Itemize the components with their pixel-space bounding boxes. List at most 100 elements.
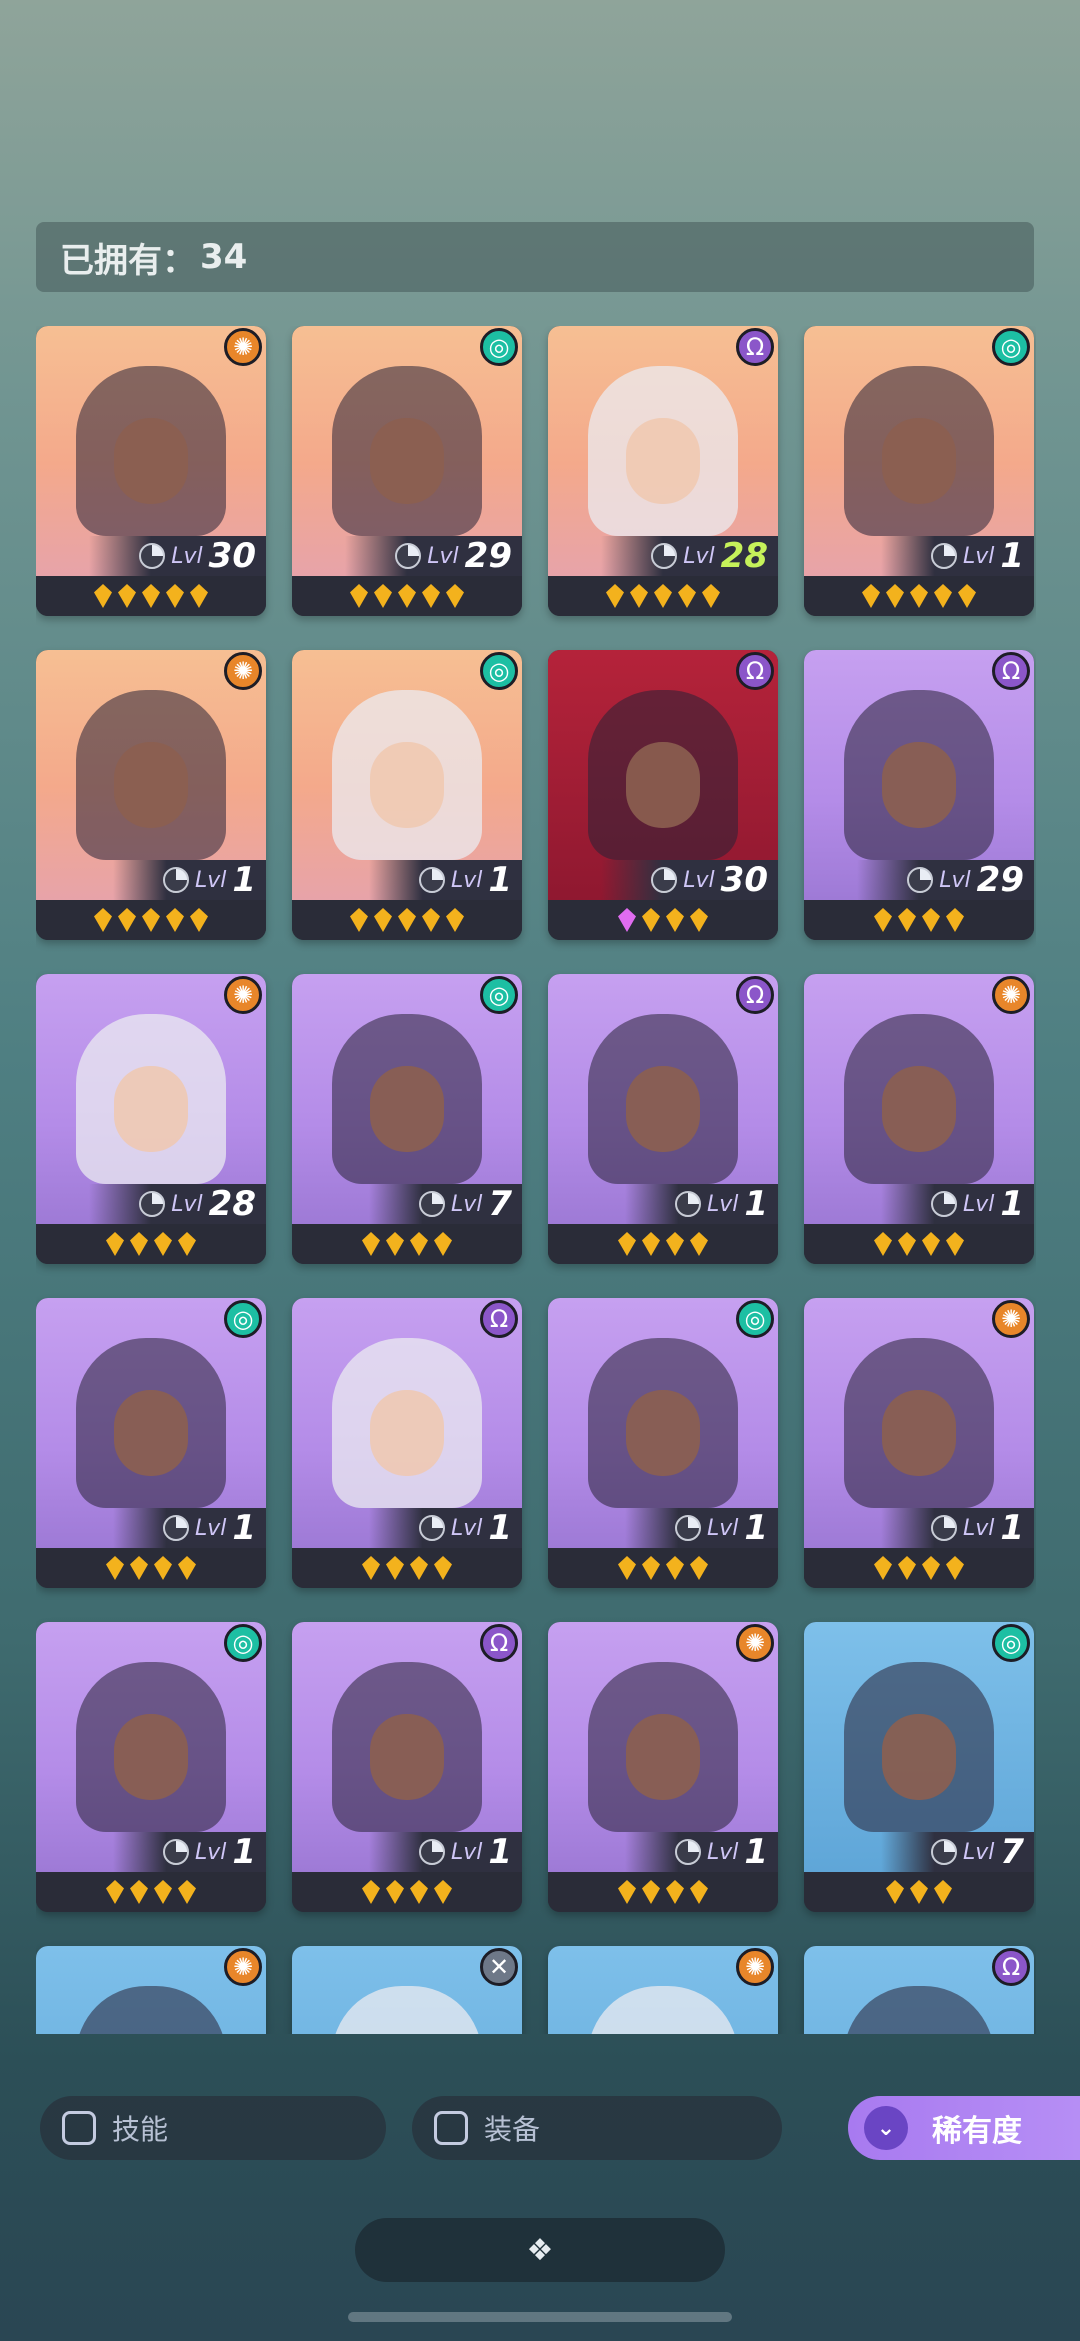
- skill-checkbox[interactable]: [62, 2111, 96, 2145]
- star-gem-icon: [386, 1556, 404, 1580]
- character-card[interactable]: ✺ Lvl 1: [36, 650, 266, 940]
- character-card[interactable]: ◎ Lvl 29: [292, 326, 522, 616]
- teal-element-icon: ◎: [480, 976, 518, 1014]
- star-gem-icon: [898, 908, 916, 932]
- character-face: [626, 418, 700, 504]
- level-label: Lvl: [683, 543, 715, 569]
- rarity-sort-button[interactable]: ⌄ 稀有度: [848, 2096, 1080, 2160]
- equipment-checkbox[interactable]: [434, 2111, 468, 2145]
- character-card[interactable]: ◎ Lvl 7: [292, 974, 522, 1264]
- violet-element-icon: Ω: [480, 1624, 518, 1662]
- character-card[interactable]: ✕: [292, 1946, 522, 2034]
- character-card[interactable]: Ω Lvl 30: [548, 650, 778, 940]
- level-value: 7: [1000, 1832, 1024, 1872]
- level-tag: Lvl 1: [624, 1832, 778, 1872]
- character-card[interactable]: Ω Lvl 29: [804, 650, 1034, 940]
- violet-element-icon: Ω: [736, 328, 774, 366]
- star-gem-icon: [946, 908, 964, 932]
- character-face: [882, 1390, 956, 1476]
- level-tag: Lvl 1: [368, 1508, 522, 1548]
- character-silhouette: [844, 1662, 994, 1832]
- rarity-stars: [804, 576, 1034, 616]
- level-progress-icon: [674, 1839, 701, 1865]
- home-indicator[interactable]: [348, 2312, 732, 2322]
- level-tag: Lvl 29: [345, 536, 522, 576]
- level-progress-icon: [674, 1515, 701, 1541]
- character-face: [114, 1714, 188, 1800]
- star-gem-icon: [654, 584, 672, 608]
- star-gem-icon: [642, 1880, 660, 1904]
- character-silhouette: [332, 1014, 482, 1184]
- character-card[interactable]: ✺ Lvl 1: [804, 1298, 1034, 1588]
- character-card[interactable]: ✺ Lvl 30: [36, 326, 266, 616]
- level-label: Lvl: [450, 1839, 483, 1865]
- teal-element-icon: ◎: [480, 328, 518, 366]
- character-card[interactable]: Ω Lvl 1: [292, 1622, 522, 1912]
- orange-element-icon: ✺: [224, 976, 262, 1014]
- level-label: Lvl: [171, 543, 203, 569]
- rarity-sort-label: 稀有度: [932, 2114, 1022, 2149]
- character-card[interactable]: ✺ Lvl 1: [804, 974, 1034, 1264]
- character-card[interactable]: ✺ Lvl 1: [548, 1622, 778, 1912]
- star-gem-icon: [106, 1232, 124, 1256]
- level-label: Lvl: [450, 867, 483, 893]
- character-silhouette: [588, 1338, 738, 1508]
- level-value: 28: [720, 536, 768, 576]
- level-tag: Lvl 1: [880, 1508, 1034, 1548]
- violet-element-icon: Ω: [992, 1948, 1030, 1986]
- collapse-button[interactable]: ❖: [355, 2218, 725, 2282]
- level-label: Lvl: [450, 1191, 483, 1217]
- star-gem-icon: [874, 908, 892, 932]
- star-gem-icon: [910, 584, 928, 608]
- character-face: [370, 742, 444, 828]
- violet-element-icon: Ω: [736, 976, 774, 1014]
- star-gem-icon: [118, 584, 136, 608]
- character-card[interactable]: ✺: [36, 1946, 266, 2034]
- character-card[interactable]: Ω Lvl 1: [292, 1298, 522, 1588]
- level-label: Lvl: [171, 1191, 203, 1217]
- star-gem-icon: [142, 908, 160, 932]
- skill-filter[interactable]: 技能: [40, 2096, 386, 2160]
- orange-element-icon: ✺: [224, 652, 262, 690]
- level-progress-icon: [418, 1839, 445, 1865]
- character-face: [882, 1714, 956, 1800]
- double-chevron-down-icon: ⌄: [864, 2106, 908, 2150]
- rarity-stars: [548, 900, 778, 940]
- level-value: 1: [488, 860, 512, 900]
- level-label: Lvl: [706, 1839, 739, 1865]
- level-value: 1: [232, 1832, 256, 1872]
- character-silhouette: [76, 1014, 226, 1184]
- character-card[interactable]: ✺: [548, 1946, 778, 2034]
- character-face: [626, 742, 700, 828]
- character-silhouette: [76, 366, 226, 536]
- character-card[interactable]: Ω: [804, 1946, 1034, 2034]
- star-gem-icon: [666, 1556, 684, 1580]
- character-card[interactable]: ◎ Lvl 1: [36, 1622, 266, 1912]
- star-gem-icon: [618, 1556, 636, 1580]
- level-label: Lvl: [683, 867, 715, 893]
- level-tag: Lvl 7: [880, 1832, 1034, 1872]
- character-face: [114, 742, 188, 828]
- star-gem-icon: [434, 1880, 452, 1904]
- character-card[interactable]: ◎ Lvl 1: [804, 326, 1034, 616]
- character-card[interactable]: ◎ Lvl 1: [36, 1298, 266, 1588]
- orange-element-icon: ✺: [736, 1948, 774, 1986]
- character-card[interactable]: ◎ Lvl 7: [804, 1622, 1034, 1912]
- equipment-filter-label: 装备: [484, 2113, 541, 2146]
- star-gem-icon: [410, 1880, 428, 1904]
- level-progress-icon: [139, 543, 166, 569]
- star-gem-icon: [886, 1880, 904, 1904]
- level-label: Lvl: [706, 1191, 739, 1217]
- level-value: 1: [744, 1832, 768, 1872]
- rarity-stars: [548, 576, 778, 616]
- star-gem-icon: [398, 584, 416, 608]
- character-card[interactable]: ✺ Lvl 28: [36, 974, 266, 1264]
- character-card[interactable]: ◎ Lvl 1: [292, 650, 522, 940]
- star-gem-icon: [398, 908, 416, 932]
- star-gem-icon: [922, 908, 940, 932]
- character-card[interactable]: ◎ Lvl 1: [548, 1298, 778, 1588]
- character-card[interactable]: Ω Lvl 28: [548, 326, 778, 616]
- star-gem-icon: [642, 908, 660, 932]
- equipment-filter[interactable]: 装备: [412, 2096, 782, 2160]
- character-card[interactable]: Ω Lvl 1: [548, 974, 778, 1264]
